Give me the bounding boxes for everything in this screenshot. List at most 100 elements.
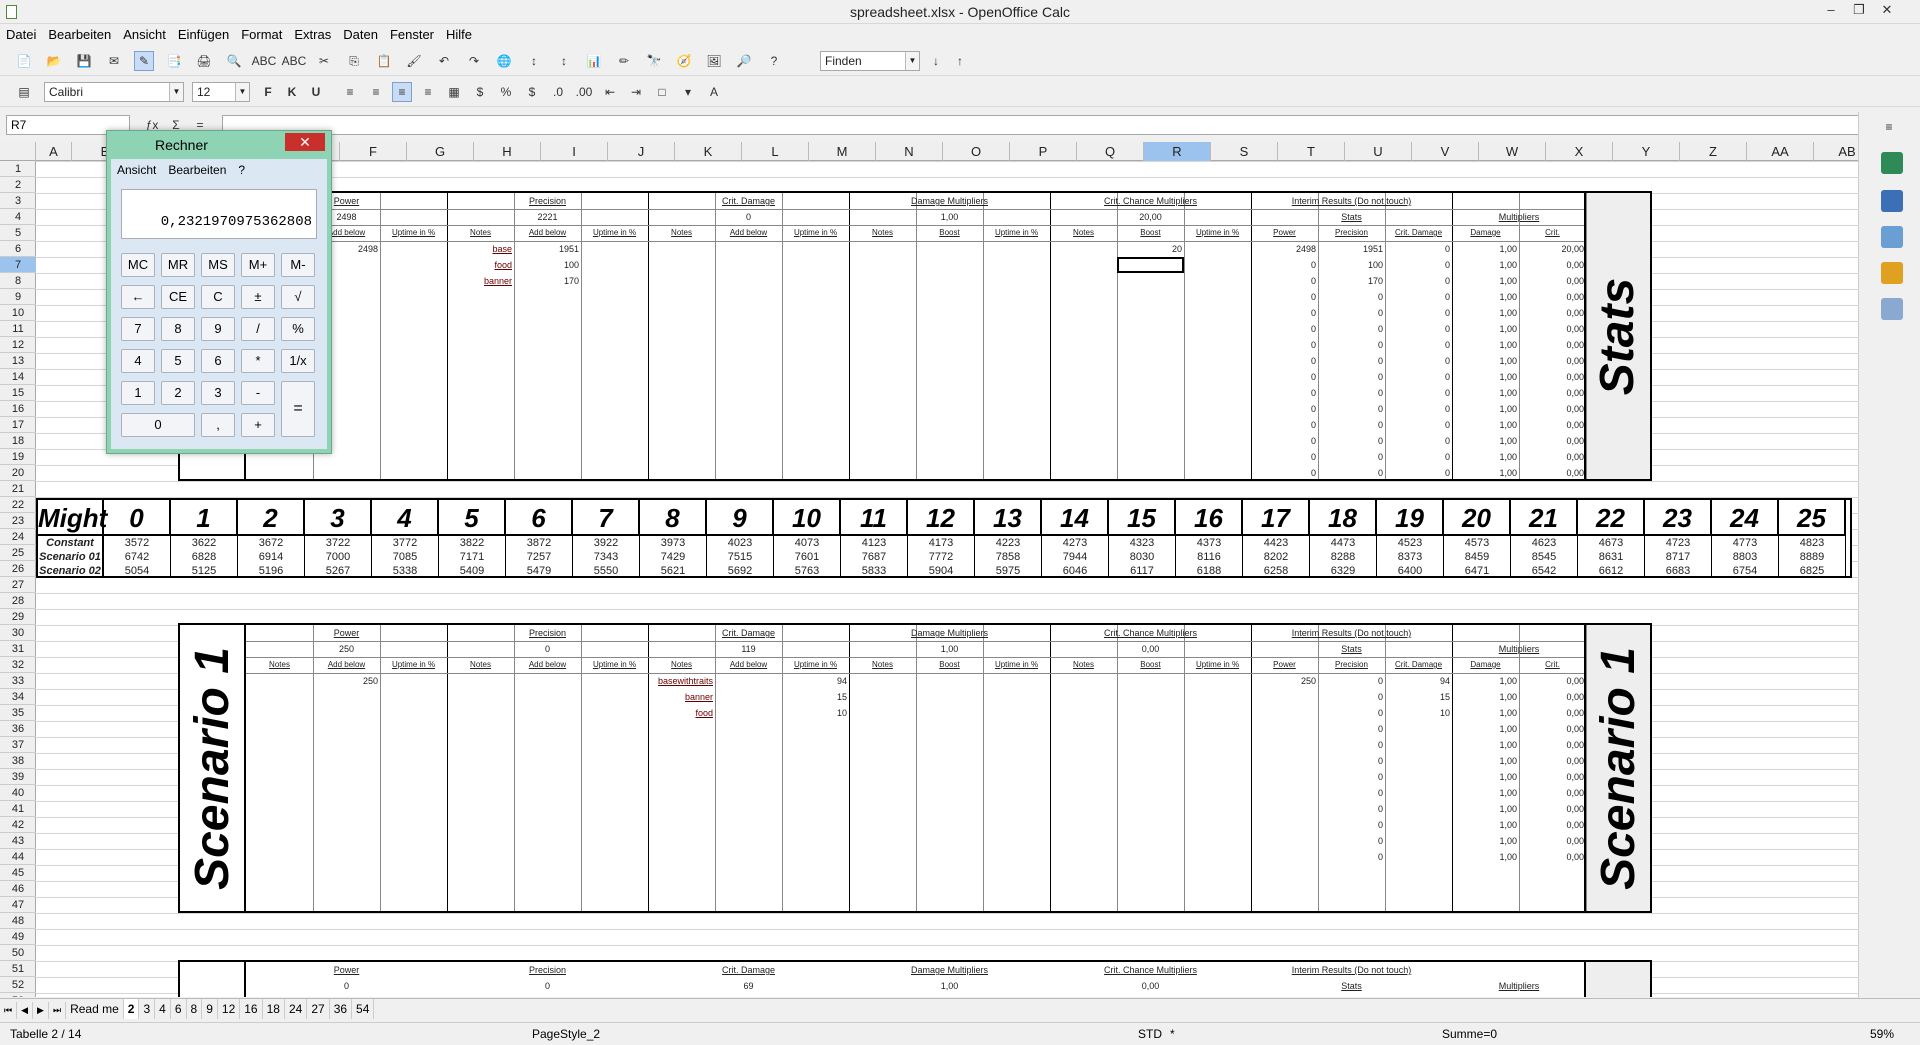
row-header-33[interactable]: 33 bbox=[0, 673, 36, 689]
calc-key-2[interactable]: MS bbox=[201, 253, 235, 277]
sheet-tab-1[interactable]: 2 bbox=[123, 999, 140, 1019]
font-name-select[interactable]: Calibri ▼ bbox=[44, 82, 184, 102]
calc-key-4[interactable]: M- bbox=[281, 253, 315, 277]
fmt-btn-14-icon[interactable]: A bbox=[704, 82, 724, 102]
calc-key-6[interactable]: CE bbox=[161, 285, 195, 309]
toolbar-btn-14-icon[interactable]: ↶ bbox=[434, 51, 454, 71]
toolbar-btn-1-icon[interactable]: 📂 bbox=[44, 51, 64, 71]
toolbar-btn-5-icon[interactable]: 📑 bbox=[164, 51, 184, 71]
row-header-23[interactable]: 23 bbox=[0, 513, 36, 529]
sheet-tab-12[interactable]: 36 bbox=[330, 999, 353, 1019]
fmt-btn-2-icon[interactable]: ≡ bbox=[392, 82, 412, 102]
menu-8[interactable]: Hilfe bbox=[440, 24, 478, 42]
fmt-btn-5-icon[interactable]: $ bbox=[470, 82, 490, 102]
row-header-36[interactable]: 36 bbox=[0, 721, 36, 737]
row-header-42[interactable]: 42 bbox=[0, 817, 36, 833]
row-header-10[interactable]: 10 bbox=[0, 305, 36, 321]
fmt-btn-7-icon[interactable]: $ bbox=[522, 82, 542, 102]
gallery-icon[interactable] bbox=[1881, 226, 1903, 248]
toolbar-btn-8-icon[interactable]: ABC bbox=[252, 51, 277, 71]
tab-nav-0-icon[interactable]: ⏮ bbox=[0, 1002, 18, 1019]
sheet-tab-8[interactable]: 16 bbox=[240, 999, 263, 1019]
fmt-btn-12-icon[interactable]: □ bbox=[652, 82, 672, 102]
row-header-53[interactable]: 53 bbox=[0, 993, 36, 997]
calc-menu-2[interactable]: ? bbox=[232, 159, 251, 181]
toolbar-btn-13-icon[interactable]: 🖌 bbox=[404, 51, 424, 71]
row-header-20[interactable]: 20 bbox=[0, 465, 36, 481]
corner-cell[interactable] bbox=[0, 142, 36, 161]
calc-key-26[interactable]: , bbox=[201, 413, 235, 437]
row-header-37[interactable]: 37 bbox=[0, 737, 36, 753]
calc-key-10[interactable]: 7 bbox=[121, 317, 155, 341]
row-header-47[interactable]: 47 bbox=[0, 897, 36, 913]
calc-key-13[interactable]: / bbox=[241, 317, 275, 341]
menu-7[interactable]: Fenster bbox=[384, 24, 440, 42]
row-header-19[interactable]: 19 bbox=[0, 449, 36, 465]
row-header-11[interactable]: 11 bbox=[0, 321, 36, 337]
row-header-5[interactable]: 5 bbox=[0, 225, 36, 241]
tab-nav-1-icon[interactable]: ◀ bbox=[17, 1002, 34, 1019]
col-header-K[interactable]: K bbox=[675, 142, 742, 161]
calc-key-16[interactable]: 5 bbox=[161, 349, 195, 373]
col-header-G[interactable]: G bbox=[407, 142, 474, 161]
sheet-tab-2[interactable]: 3 bbox=[139, 999, 156, 1019]
sheet-tab-7[interactable]: 12 bbox=[218, 999, 241, 1019]
fmt-btn-11-icon[interactable]: ⇥ bbox=[626, 82, 646, 102]
calculator-window[interactable]: Rechner – ✕ AnsichtBearbeiten? 0,2321970… bbox=[106, 130, 332, 454]
find-prev-icon[interactable]: ↑ bbox=[950, 51, 970, 71]
row-header-26[interactable]: 26 bbox=[0, 561, 36, 577]
navigator-icon[interactable] bbox=[1881, 262, 1903, 284]
find-input[interactable]: Finden ▼ bbox=[820, 51, 920, 71]
calc-key-7[interactable]: C bbox=[201, 285, 235, 309]
calc-key-14[interactable]: % bbox=[281, 317, 315, 341]
toolbar-btn-15-icon[interactable]: ↷ bbox=[464, 51, 484, 71]
row-header-40[interactable]: 40 bbox=[0, 785, 36, 801]
col-header-W[interactable]: W bbox=[1479, 142, 1546, 161]
sheet-tab-11[interactable]: 27 bbox=[307, 999, 330, 1019]
col-header-AB[interactable]: AB bbox=[1814, 142, 1858, 161]
toolbar-btn-23-icon[interactable]: 🖼 bbox=[704, 51, 724, 71]
col-header-I[interactable]: I bbox=[541, 142, 608, 161]
row-header-14[interactable]: 14 bbox=[0, 369, 36, 385]
row-header-43[interactable]: 43 bbox=[0, 833, 36, 849]
row-header-28[interactable]: 28 bbox=[0, 593, 36, 609]
menu-3[interactable]: Einfügen bbox=[172, 24, 235, 42]
calc-key-27[interactable]: + bbox=[241, 413, 275, 437]
col-header-M[interactable]: M bbox=[809, 142, 876, 161]
menu-0[interactable]: Datei bbox=[0, 24, 42, 42]
format-U-icon[interactable]: U bbox=[306, 82, 326, 102]
col-header-Z[interactable]: Z bbox=[1680, 142, 1747, 161]
row-header-31[interactable]: 31 bbox=[0, 641, 36, 657]
tab-nav-3-icon[interactable]: ⏭ bbox=[49, 1002, 67, 1019]
col-header-O[interactable]: O bbox=[943, 142, 1010, 161]
fmt-btn-10-icon[interactable]: ⇤ bbox=[600, 82, 620, 102]
toolbar-btn-17-icon[interactable]: ↕ bbox=[524, 51, 544, 71]
sheet-tab-0[interactable]: Read me bbox=[66, 999, 124, 1019]
toolbar-btn-2-icon[interactable]: 💾 bbox=[74, 51, 94, 71]
format-K-icon[interactable]: K bbox=[282, 82, 302, 102]
row-header-46[interactable]: 46 bbox=[0, 881, 36, 897]
calc-close-icon[interactable]: ✕ bbox=[285, 133, 325, 151]
menu-4[interactable]: Format bbox=[235, 24, 288, 42]
col-header-Q[interactable]: Q bbox=[1077, 142, 1144, 161]
row-header-30[interactable]: 30 bbox=[0, 625, 36, 641]
fmt-btn-1-icon[interactable]: ≡ bbox=[366, 82, 386, 102]
menu-6[interactable]: Daten bbox=[337, 24, 384, 42]
sheet-tab-9[interactable]: 18 bbox=[263, 999, 285, 1019]
col-header-A[interactable]: A bbox=[36, 142, 72, 161]
styles-icon[interactable]: ▤ bbox=[14, 82, 34, 102]
row-header-50[interactable]: 50 bbox=[0, 945, 36, 961]
fmt-btn-9-icon[interactable]: .00 bbox=[574, 82, 594, 102]
row-header-45[interactable]: 45 bbox=[0, 865, 36, 881]
fmt-btn-3-icon[interactable]: ≡ bbox=[418, 82, 438, 102]
toolbar-btn-12-icon[interactable]: 📋 bbox=[374, 51, 394, 71]
sheet-tab-5[interactable]: 8 bbox=[187, 999, 203, 1019]
col-header-J[interactable]: J bbox=[608, 142, 675, 161]
calc-key-23[interactable]: - bbox=[241, 381, 275, 405]
row-header-24[interactable]: 24 bbox=[0, 529, 36, 545]
sheet-tab-10[interactable]: 24 bbox=[285, 999, 308, 1019]
calc-key-9[interactable]: √ bbox=[281, 285, 315, 309]
row-header-13[interactable]: 13 bbox=[0, 353, 36, 369]
row-header-1[interactable]: 1 bbox=[0, 161, 36, 177]
sidebar-menu-icon[interactable]: ≡ bbox=[1879, 117, 1899, 137]
